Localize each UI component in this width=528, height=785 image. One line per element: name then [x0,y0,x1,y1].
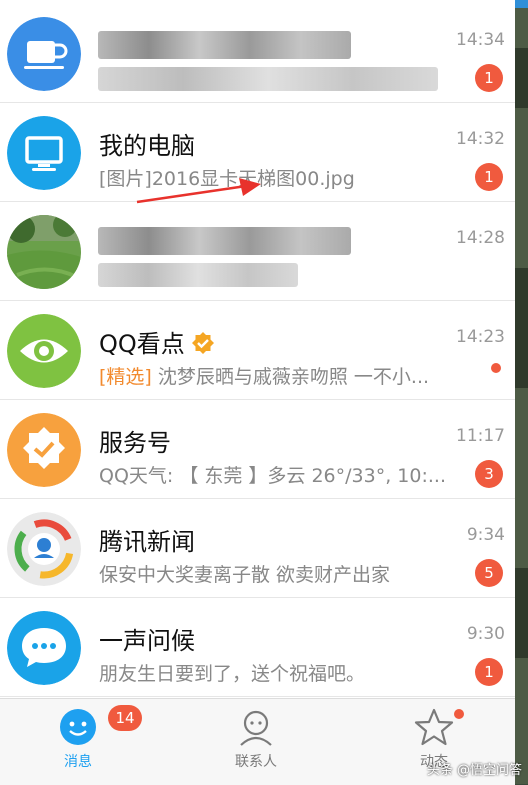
conversation-row[interactable]: 服务号 QQ天气: 【 东莞 】多云 26°/33°, 10:... 11:17… [0,400,515,499]
avatar [7,116,81,190]
message-preview: 朋友生日要到了，送个祝福吧。 [99,663,366,685]
message-preview: QQ天气: 【 东莞 】多云 26°/33°, 10:... [99,465,447,487]
message-list-screen: 14:34 1 我的电脑 [图片]2016显卡天梯图00.jpg 14:32 1 [0,0,515,785]
conversation-row[interactable]: 我的电脑 [图片]2016显卡天梯图00.jpg 14:32 1 [0,103,515,202]
avatar [7,512,81,586]
conversation-row[interactable]: QQ看点 [精选] 沈梦辰晒与戚薇亲吻照 一不小... 14:23 [0,301,515,400]
conversation-list: 14:34 1 我的电脑 [图片]2016显卡天梯图00.jpg 14:32 1 [0,4,515,697]
avatar [7,215,81,289]
timestamp: 14:32 [456,129,505,149]
contact-name: 我的电脑 [99,132,195,160]
blurred-name [98,31,351,59]
messages-icon [58,707,98,751]
tab-messages[interactable]: 14 消息 [18,699,142,785]
tab-unread-dot [454,709,464,719]
timestamp: 9:34 [466,525,505,545]
background-edge [515,8,528,784]
featured-tag: [精选] [99,366,152,388]
contact-name: 服务号 [99,429,171,457]
message-preview: [精选] 沈梦辰晒与戚薇亲吻照 一不小... [99,366,430,388]
conversation-row[interactable]: 腾讯新闻 保安中大奖妻离子散 欲卖财产出家 9:34 5 [0,499,515,598]
conversation-row[interactable]: 一声问候 朋友生日要到了，送个祝福吧。 9:30 1 [0,598,515,697]
conversation-row[interactable]: 14:34 1 [0,4,515,103]
blurred-name [98,227,351,255]
message-preview: 保安中大奖妻离子散 欲卖财产出家 [99,564,391,586]
star-icon [414,707,454,751]
timestamp: 14:23 [456,327,505,347]
contact-name: QQ看点 [99,324,215,361]
unread-badge: 3 [475,460,503,488]
unread-badge: 1 [475,64,503,92]
verified-icon [191,331,215,361]
avatar [7,17,81,91]
contacts-icon [236,707,276,751]
avatar [7,611,81,685]
blurred-preview [98,263,298,287]
tab-label: 联系人 [235,754,277,770]
unread-badge: 1 [475,658,503,686]
contact-name: 一声问候 [99,627,195,655]
tab-label: 消息 [64,754,92,770]
unread-badge: 1 [475,163,503,191]
unread-badge: 5 [475,559,503,587]
timestamp: 14:34 [456,30,505,50]
conversation-row[interactable]: 14:28 [0,202,515,301]
watermark: 头条 @悟空问答 [426,763,522,778]
tab-unread-badge: 14 [108,705,142,731]
message-preview: [图片]2016显卡天梯图00.jpg [99,168,355,190]
avatar [7,314,81,388]
timestamp: 14:28 [456,228,505,248]
timestamp: 11:17 [456,426,505,446]
tab-contacts[interactable]: 联系人 [196,699,316,785]
timestamp: 9:30 [466,624,505,644]
avatar [7,413,81,487]
contact-name: 腾讯新闻 [99,528,195,556]
blurred-preview [98,67,438,91]
unread-dot [491,363,501,373]
